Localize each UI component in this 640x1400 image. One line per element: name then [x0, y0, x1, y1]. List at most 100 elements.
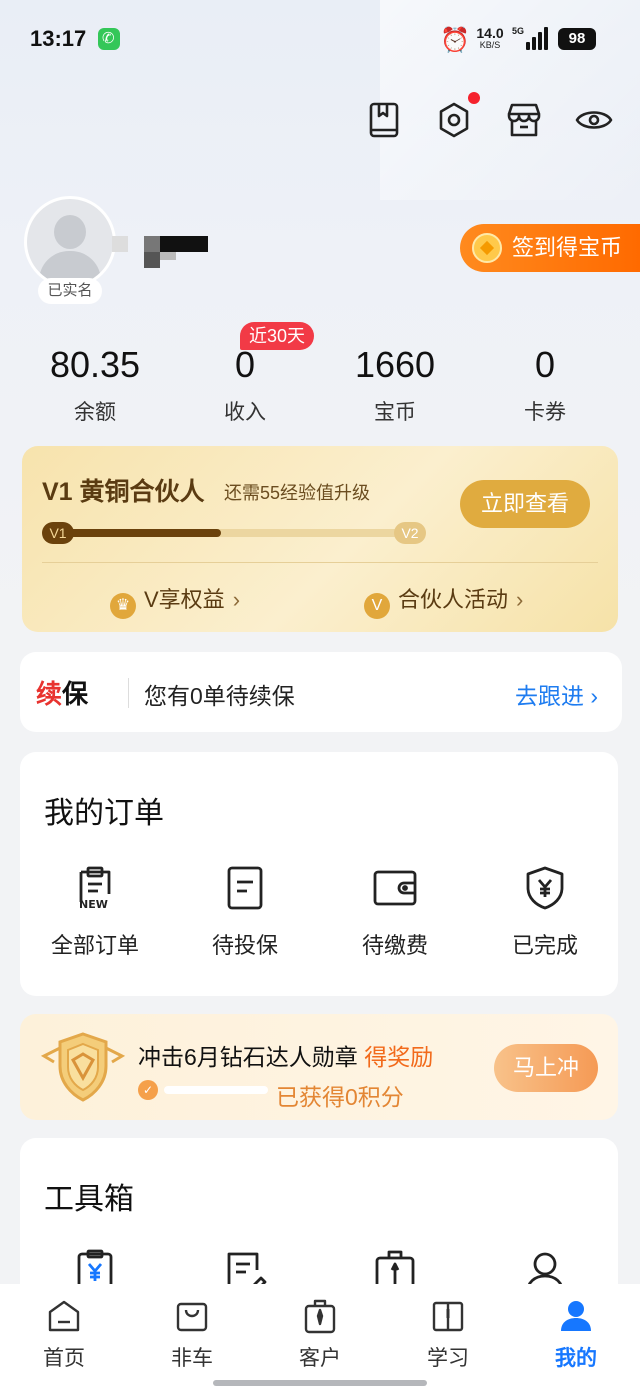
- bag-icon: [176, 1302, 208, 1332]
- income-period-badge: 近30天: [240, 322, 315, 350]
- stat-coins[interactable]: 1660 宝币: [320, 340, 470, 426]
- battery-icon: 98: [558, 28, 596, 50]
- signal-bar: [532, 37, 536, 50]
- benefits-label: V享权益: [144, 587, 225, 612]
- stat-value: 80.35: [49, 344, 141, 385]
- signal-bar: [538, 32, 542, 50]
- chevron-right-icon: ›: [232, 587, 241, 612]
- go-now-button[interactable]: 马上冲: [494, 1044, 598, 1092]
- wallet-icon: [373, 870, 417, 906]
- activities-link[interactable]: V 合伙人活动 ›: [364, 582, 523, 619]
- document-icon: [227, 866, 263, 910]
- medal-title-text: 冲击6月钻石达人勋章: [138, 1044, 365, 1070]
- nav-label: 客户: [299, 1347, 341, 1370]
- check-icon: ✓: [138, 1080, 158, 1100]
- partner-upgrade-hint: 还需55经验值升级: [224, 483, 371, 503]
- avatar[interactable]: [24, 196, 116, 288]
- speed-unit: KB/S: [479, 40, 501, 50]
- medal-reward-text: 得奖励: [364, 1044, 434, 1070]
- partner-level-card: V1 黄铜合伙人 还需55经验值升级 立即查看 V1 V2 ♛ V享权益 › V 合伙…: [22, 446, 618, 632]
- stat-income[interactable]: 0 收入: [170, 340, 320, 426]
- medal-shield-icon: [40, 1032, 126, 1102]
- stat-value: 0: [534, 344, 556, 385]
- order-label: 全部订单: [50, 933, 139, 958]
- home-icon: [48, 1300, 80, 1332]
- medal-challenge-banner[interactable]: 冲击6月钻石达人勋章 得奖励 ✓ 已获得0积分 马上冲: [20, 1014, 618, 1120]
- order-pending-payment[interactable]: 待缴费: [320, 864, 470, 960]
- stat-coupons[interactable]: 0 卡券: [470, 340, 620, 426]
- pixel-block: [144, 236, 160, 252]
- store-icon[interactable]: [504, 100, 544, 140]
- renewal-tag: 续保: [36, 674, 88, 711]
- client-icon: [304, 1299, 336, 1334]
- pixel-block: [160, 236, 208, 252]
- username-redacted: [112, 230, 212, 270]
- medal-title: 冲击6月钻石达人勋章 得奖励: [138, 1038, 433, 1072]
- book-open-icon: [432, 1301, 464, 1332]
- stat-label: 收入: [224, 401, 266, 424]
- person-icon: [561, 1301, 591, 1331]
- pixel-block: [144, 252, 160, 268]
- renewal-tag-a: 续: [36, 679, 63, 709]
- signal-bar: [544, 27, 548, 50]
- book-icon[interactable]: [364, 100, 404, 140]
- verified-badge: 已实名: [38, 278, 102, 304]
- v-badge-icon: V: [364, 593, 390, 619]
- home-indicator: [213, 1380, 427, 1386]
- toolbox-title: 工具箱: [44, 1183, 134, 1216]
- checkin-button[interactable]: 签到得宝币: [460, 224, 640, 272]
- status-time: 13:17: [30, 26, 87, 51]
- nav-clients[interactable]: 客户: [256, 1298, 384, 1372]
- avatar-head: [54, 215, 86, 249]
- order-all[interactable]: NEW 全部订单: [20, 864, 170, 960]
- order-label: 待投保: [211, 933, 278, 958]
- nav-label: 首页: [43, 1347, 85, 1370]
- network-speed: 14.0 KB/S: [472, 26, 508, 50]
- level-from-badge: V1: [42, 522, 74, 544]
- level-progress-track: [52, 529, 412, 537]
- order-completed[interactable]: 已完成: [470, 864, 620, 960]
- nav-label: 我的: [555, 1347, 597, 1370]
- order-label: 待缴费: [361, 933, 428, 958]
- chevron-right-icon: ›: [590, 683, 598, 709]
- nav-label: 非车: [171, 1347, 213, 1370]
- network-type: 5G: [512, 26, 525, 36]
- pixel-block: [160, 252, 176, 260]
- partner-title: V1 黄铜合伙人: [42, 478, 205, 506]
- phone-call-icon: [98, 28, 120, 50]
- stat-value: 1660: [354, 344, 436, 385]
- pixel-block: [112, 236, 128, 252]
- nav-non-auto[interactable]: 非车: [128, 1298, 256, 1372]
- renewal-card[interactable]: 续保 您有0单待续保 去跟进 ›: [20, 652, 622, 732]
- orders-title: 我的订单: [44, 797, 164, 830]
- view-now-button[interactable]: 立即查看: [460, 480, 590, 528]
- stat-label: 余额: [74, 401, 116, 424]
- settings-icon[interactable]: [434, 100, 474, 140]
- renewal-separator: [128, 678, 129, 708]
- speed-value: 14.0: [476, 25, 504, 41]
- nav-home[interactable]: 首页: [0, 1298, 128, 1372]
- stat-label: 卡券: [524, 401, 566, 424]
- order-label: 已完成: [511, 933, 578, 958]
- renewal-tag-b: 保: [62, 679, 89, 709]
- shield-yen-icon: [526, 866, 564, 910]
- stat-balance[interactable]: 80.35 余额: [20, 340, 170, 426]
- crown-icon: ♛: [110, 593, 136, 619]
- svg-text:NEW: NEW: [79, 898, 108, 911]
- nav-label: 学习: [427, 1347, 469, 1370]
- nav-mine[interactable]: 我的: [512, 1298, 640, 1372]
- benefits-link[interactable]: ♛ V享权益 ›: [110, 582, 240, 619]
- level-progress-fill: [52, 529, 222, 537]
- alarm-icon: ⏰: [440, 27, 470, 54]
- level-to-badge: V2: [394, 522, 426, 544]
- eye-icon[interactable]: [574, 100, 614, 140]
- order-pending-insure[interactable]: 待投保: [170, 864, 320, 960]
- status-bar: 13:17 ⏰ 14.0 KB/S 5G 98: [0, 20, 640, 60]
- coin-icon: [472, 233, 502, 263]
- signal-icon: 5G: [512, 26, 550, 50]
- nav-learn[interactable]: 学习: [384, 1298, 512, 1372]
- follow-up-link[interactable]: 去跟进 ›: [515, 677, 598, 711]
- stat-label: 宝币: [374, 401, 416, 424]
- renewal-text: 您有0单待续保: [144, 683, 295, 709]
- clipboard-new-icon: NEW: [79, 866, 111, 911]
